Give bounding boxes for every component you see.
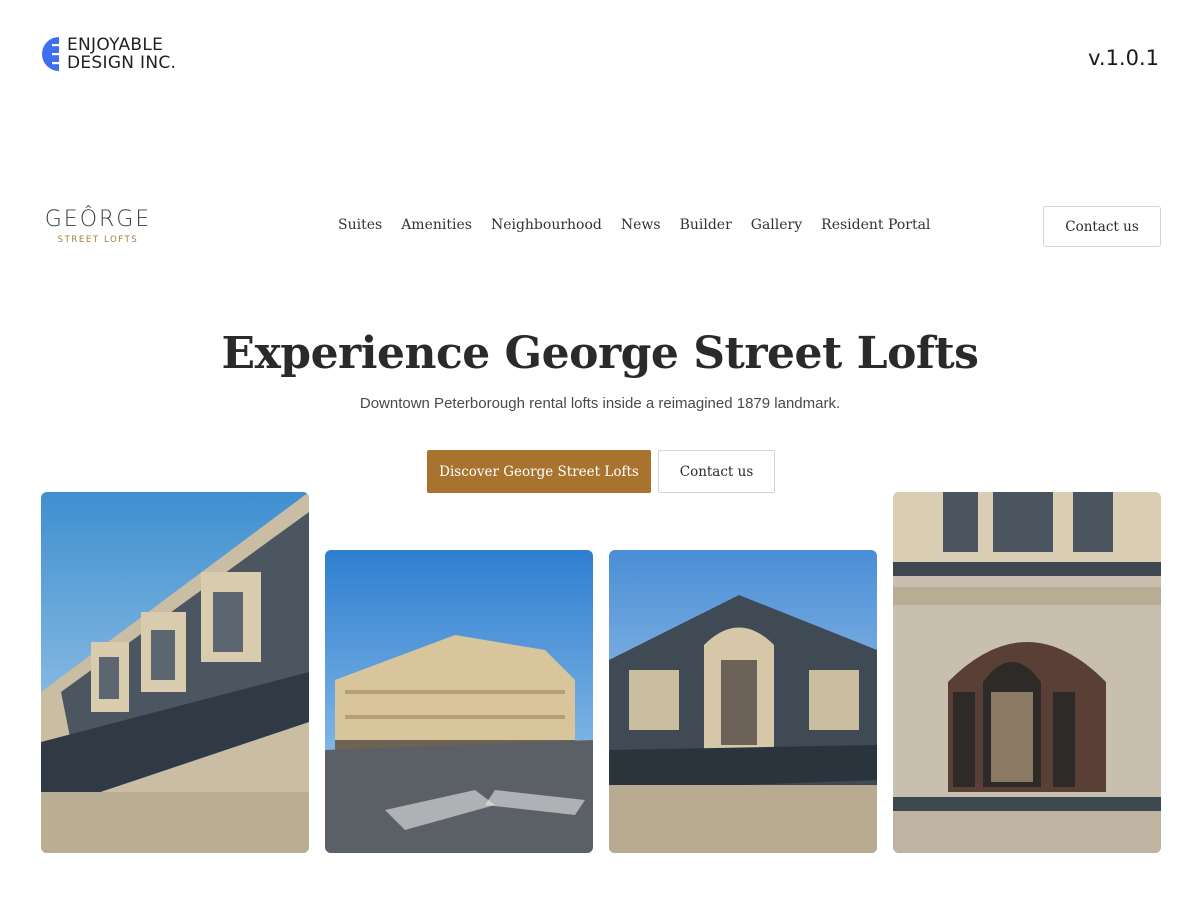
agency-logo: ENJOYABLE DESIGN INC. — [38, 36, 176, 72]
nav-item-builder[interactable]: Builder — [680, 217, 732, 233]
nav-item-news[interactable]: News — [621, 217, 661, 233]
hero-subtitle: Downtown Peterborough rental lofts insid… — [359, 395, 841, 412]
site-logo[interactable]: GEÔRGE STREET LOFTS — [40, 207, 156, 245]
hero-contact-button[interactable]: Contact us — [658, 450, 775, 493]
agency-name: ENJOYABLE DESIGN INC. — [67, 36, 176, 72]
gallery-photo-arched-window[interactable] — [893, 492, 1161, 853]
nav-item-neighbourhood[interactable]: Neighbourhood — [491, 217, 602, 233]
agency-name-line1: ENJOYABLE — [67, 35, 164, 55]
discover-button[interactable]: Discover George Street Lofts — [427, 450, 651, 493]
hero-title: Experience George Street Lofts — [221, 328, 979, 379]
site-logo-sub: STREET LOFTS — [57, 235, 139, 245]
header-contact-button[interactable]: Contact us — [1043, 206, 1161, 247]
nav-item-gallery[interactable]: Gallery — [751, 217, 802, 233]
agency-logo-icon — [38, 36, 64, 72]
nav-item-resident-portal[interactable]: Resident Portal — [821, 217, 930, 233]
version-label: v.1.0.1 — [1088, 46, 1159, 70]
gallery-photo-rooftop[interactable] — [41, 492, 309, 853]
nav-item-suites[interactable]: Suites — [338, 217, 382, 233]
gallery-photo-corner-dormer[interactable] — [609, 550, 877, 853]
agency-name-line2: DESIGN INC. — [67, 53, 177, 73]
main-nav: Suites Amenities Neighbourhood News Buil… — [338, 217, 930, 233]
site-logo-word: GEÔRGE — [44, 207, 152, 232]
gallery-photo-street-corner[interactable] — [325, 550, 593, 853]
nav-item-amenities[interactable]: Amenities — [401, 217, 472, 233]
